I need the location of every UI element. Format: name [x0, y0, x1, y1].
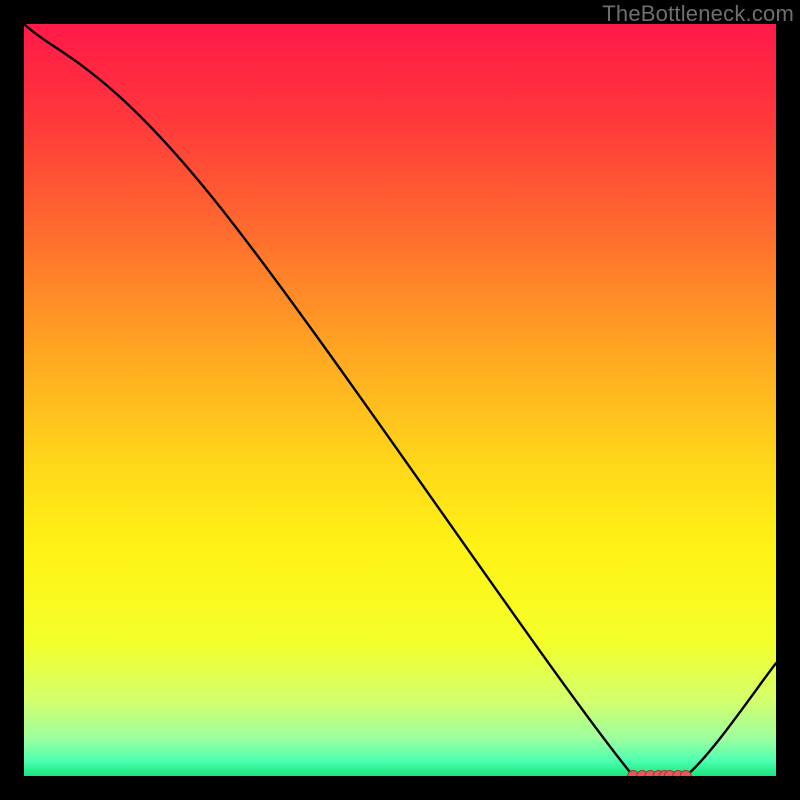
chart-frame: TheBottleneck.com	[0, 0, 800, 800]
watermark-text: TheBottleneck.com	[602, 1, 794, 27]
gradient-background	[24, 24, 776, 776]
chart-svg	[24, 24, 776, 776]
chart-plot-area	[24, 24, 776, 776]
